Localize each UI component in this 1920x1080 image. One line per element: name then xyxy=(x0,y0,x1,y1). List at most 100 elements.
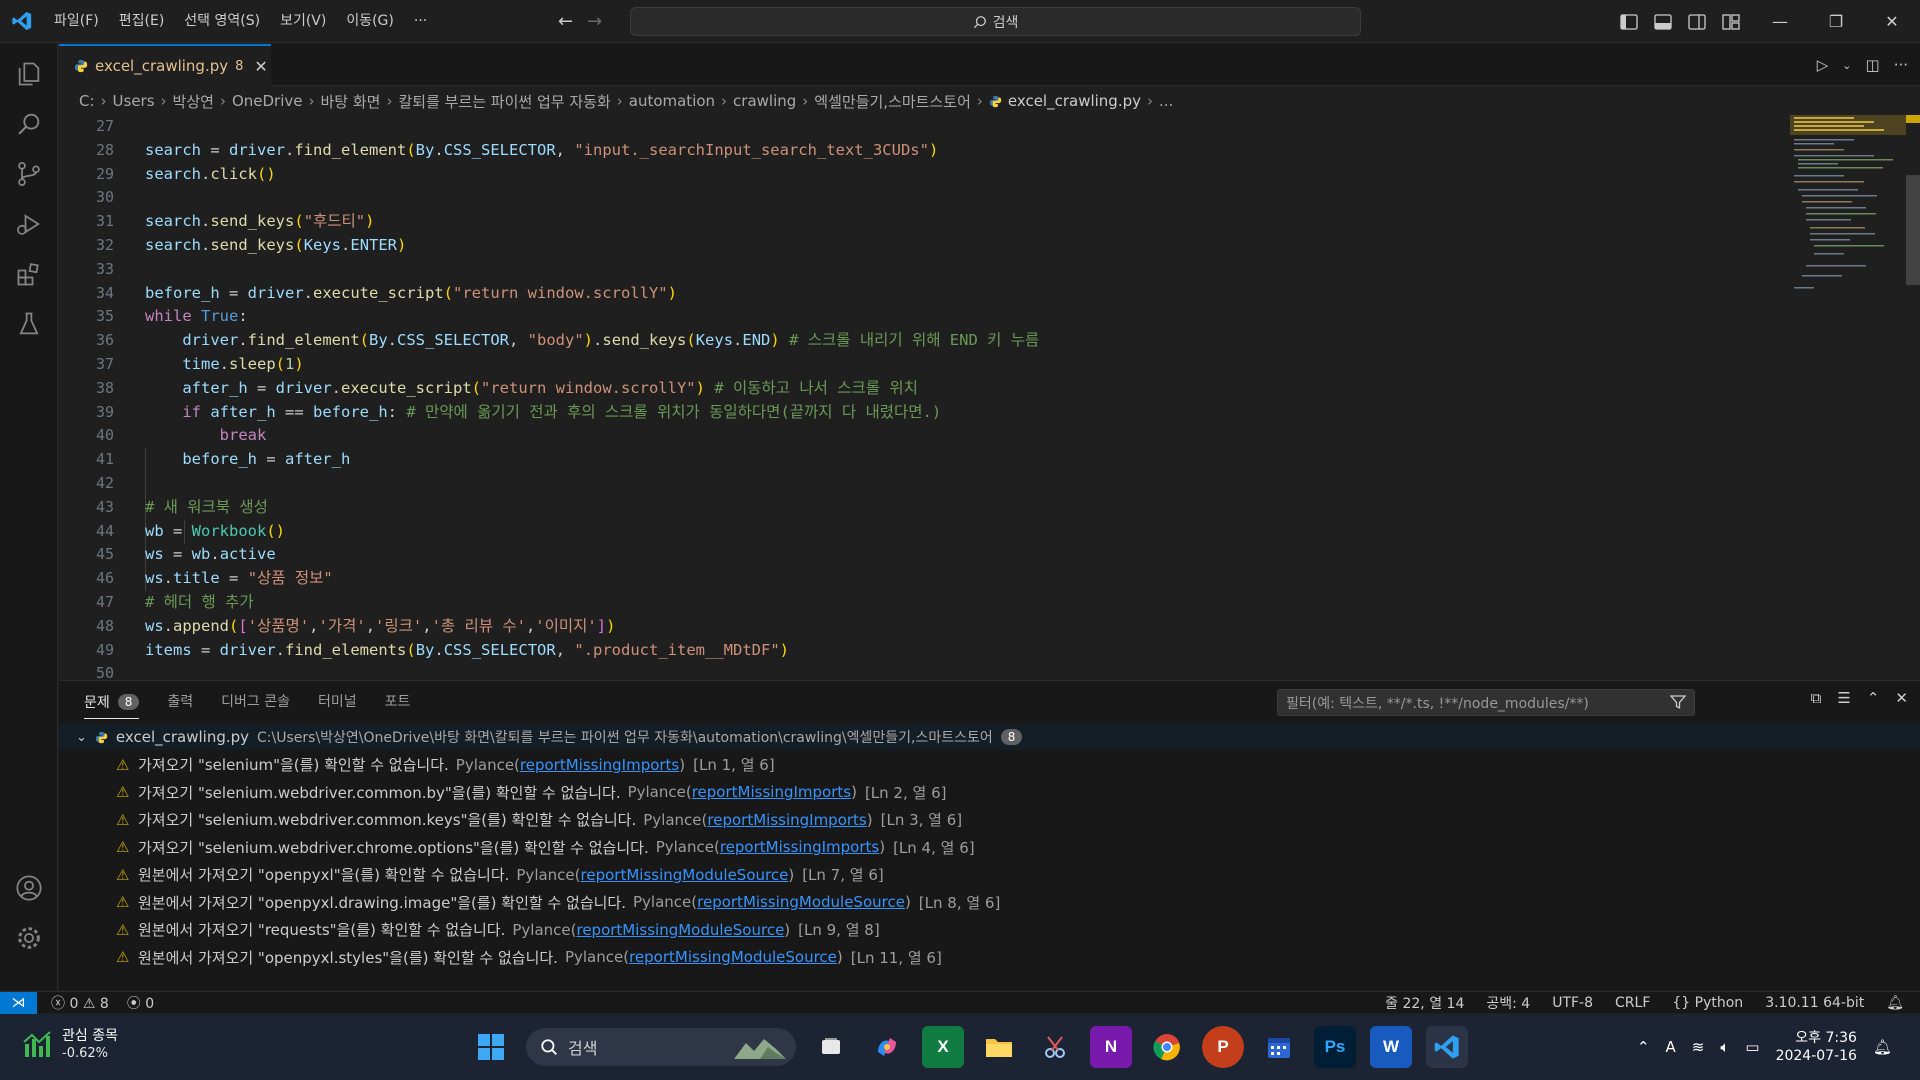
python-interpreter[interactable]: 3.10.11 64-bit xyxy=(1765,995,1864,1011)
photoshop-icon[interactable]: Ps xyxy=(1314,1026,1356,1068)
problem-item[interactable]: ⚠ 가져오기 "selenium"을(를) 확인할 수 없습니다. Pylance(… xyxy=(59,751,1000,779)
file-explorer-icon[interactable] xyxy=(978,1026,1020,1068)
breadcrumb-item[interactable]: 칼퇴를 부르는 파이썬 업무 자동화 xyxy=(398,91,610,112)
problem-rule-link[interactable]: reportMissingImports xyxy=(692,783,851,801)
language-mode[interactable]: {} Python xyxy=(1672,995,1743,1011)
wifi-icon[interactable]: ≋ xyxy=(1692,1038,1705,1056)
split-editor-icon[interactable]: ◫ xyxy=(1866,56,1880,74)
tab-excel-crawling[interactable]: excel_crawling.py 8 ✕ xyxy=(59,44,271,86)
menu-go[interactable]: 이동(G) xyxy=(336,0,404,43)
close-window-icon[interactable]: ✕ xyxy=(1864,0,1920,43)
breadcrumb-symbol[interactable]: ... xyxy=(1159,92,1173,110)
windows-start-icon[interactable] xyxy=(470,1026,512,1068)
battery-icon[interactable]: ▭ xyxy=(1745,1038,1759,1056)
word-icon[interactable]: W xyxy=(1370,1026,1412,1068)
toggle-secondary-sidebar-icon[interactable] xyxy=(1688,13,1706,30)
problem-rule-link[interactable]: reportMissingImports xyxy=(520,756,679,774)
run-dropdown-icon[interactable]: ⌄ xyxy=(1842,59,1851,72)
accounts-icon[interactable] xyxy=(0,864,58,912)
chevron-down-icon[interactable]: ⌄ xyxy=(76,730,87,745)
customize-layout-icon[interactable] xyxy=(1722,13,1740,30)
breadcrumb-item[interactable]: automation xyxy=(629,92,715,110)
vscode-taskbar-icon[interactable] xyxy=(1426,1026,1468,1068)
forward-arrow-icon[interactable]: → xyxy=(587,11,602,32)
problem-item[interactable]: ⚠ 원본에서 가져오기 "openpyxl"을(를) 확인할 수 없습니다. Pyl… xyxy=(59,861,1000,889)
problems-filter-input[interactable]: 필터(예: 텍스트, **/*.ts, !**/node_modules/**) xyxy=(1277,689,1695,716)
problem-rule-link[interactable]: reportMissingModuleSource xyxy=(629,948,837,966)
taskbar-search[interactable]: 검색 xyxy=(526,1028,796,1066)
problem-item[interactable]: ⚠ 가져오기 "selenium.webdriver.chrome.options… xyxy=(59,834,1000,862)
ports-status[interactable]: ⦿ 0 xyxy=(127,993,154,1013)
copilot-icon[interactable] xyxy=(866,1026,908,1068)
problem-item[interactable]: ⚠ 원본에서 가져오기 "requests"을(를) 확인할 수 없습니다. Pyl… xyxy=(59,916,1000,944)
problem-item[interactable]: ⚠ 원본에서 가져오기 "openpyxl.drawing.image"을(를) … xyxy=(59,889,1000,917)
menu-view[interactable]: 보기(V) xyxy=(270,0,336,43)
problem-item[interactable]: ⚠ 가져오기 "selenium.webdriver.common.keys"을(… xyxy=(59,806,1000,834)
extensions-icon[interactable] xyxy=(0,250,58,298)
breadcrumb-item[interactable]: 박상연 xyxy=(173,91,214,112)
maximize-panel-icon[interactable]: ⌃ xyxy=(1867,689,1880,707)
tab-close-icon[interactable]: ✕ xyxy=(254,57,267,76)
search-view-icon[interactable] xyxy=(0,100,58,148)
more-actions-icon[interactable]: ··· xyxy=(1894,56,1908,74)
back-arrow-icon[interactable]: ← xyxy=(558,11,573,32)
breadcrumb-item[interactable]: 바탕 화면 xyxy=(321,91,381,112)
input-method-icon[interactable]: A xyxy=(1666,1038,1676,1056)
close-panel-icon[interactable]: ✕ xyxy=(1895,689,1908,707)
problem-item[interactable]: ⚠ 원본에서 가져오기 "openpyxl.styles"을(를) 확인할 수 없… xyxy=(59,944,1000,972)
command-center-search[interactable]: 검색 xyxy=(630,7,1361,36)
problem-item[interactable]: ⚠ 가져오기 "selenium.webdriver.common.by"을(를)… xyxy=(59,779,1000,807)
problem-rule-link[interactable]: reportMissingModuleSource xyxy=(697,893,905,911)
restore-icon[interactable]: ❐ xyxy=(1808,0,1864,43)
view-as-tree-icon[interactable]: ☰ xyxy=(1837,689,1850,707)
indentation[interactable]: 공백: 4 xyxy=(1486,993,1530,1013)
excel-icon[interactable]: X xyxy=(922,1026,964,1068)
stock-widget[interactable]: 관심 종목 -0.62% xyxy=(22,1027,118,1063)
filter-icon[interactable] xyxy=(1670,694,1686,710)
menu-edit[interactable]: 편집(E) xyxy=(109,0,175,43)
run-python-icon[interactable]: ▷ xyxy=(1817,56,1829,74)
minimize-icon[interactable]: — xyxy=(1752,0,1808,43)
menu-file[interactable]: 파일(F) xyxy=(44,0,109,43)
snipping-tool-icon[interactable] xyxy=(1034,1026,1076,1068)
problem-rule-link[interactable]: reportMissingModuleSource xyxy=(581,866,789,884)
explorer-icon[interactable] xyxy=(0,50,58,98)
end-of-line[interactable]: CRLF xyxy=(1615,995,1650,1011)
tab-terminal[interactable]: 터미널 xyxy=(318,691,357,711)
volume-icon[interactable]: 🔈︎ xyxy=(1720,1038,1729,1056)
vertical-scrollbar[interactable] xyxy=(1906,115,1920,678)
calendar-icon[interactable] xyxy=(1258,1026,1300,1068)
tab-debug-console[interactable]: 디버그 콘솔 xyxy=(221,691,290,711)
clock[interactable]: 오후 7:36 2024-07-16 xyxy=(1776,1029,1857,1065)
problem-rule-link[interactable]: reportMissingImports xyxy=(720,838,879,856)
onenote-icon[interactable]: N xyxy=(1090,1026,1132,1068)
breadcrumb-item[interactable]: C: xyxy=(79,92,95,110)
collapse-all-icon[interactable]: ⧉ xyxy=(1811,689,1822,707)
task-view-icon[interactable] xyxy=(810,1026,852,1068)
tab-problems[interactable]: 문제 8 xyxy=(84,684,140,719)
problem-rule-link[interactable]: reportMissingImports xyxy=(707,811,866,829)
source-control-icon[interactable] xyxy=(0,150,58,198)
menu-more[interactable]: ··· xyxy=(404,0,437,43)
notification-bell-icon[interactable]: 🔔︎ xyxy=(1873,1038,1892,1056)
testing-icon[interactable] xyxy=(0,300,58,348)
problems-file-group[interactable]: ⌄ excel_crawling.py C:\Users\박상연\OneDriv… xyxy=(59,724,1920,750)
breadcrumb-item[interactable]: 엑셀만들기,스마트스토어 xyxy=(814,91,971,112)
remote-indicator-icon[interactable]: ⋊ xyxy=(0,991,37,1014)
breadcrumb-item[interactable]: OneDrive xyxy=(232,92,303,110)
tab-output[interactable]: 출력 xyxy=(167,691,193,711)
chrome-icon[interactable] xyxy=(1146,1026,1188,1068)
breadcrumb-item[interactable]: Users xyxy=(113,92,155,110)
breadcrumb-item[interactable]: crawling xyxy=(733,92,796,110)
scrollbar-thumb[interactable] xyxy=(1906,175,1920,285)
breadcrumb-file[interactable]: excel_crawling.py xyxy=(1008,92,1141,110)
tab-ports[interactable]: 포트 xyxy=(385,691,411,711)
toggle-primary-sidebar-icon[interactable] xyxy=(1620,13,1638,30)
notifications-bell-icon[interactable]: 🔔︎ xyxy=(1886,995,1904,1011)
manage-gear-icon[interactable] xyxy=(0,914,58,962)
problem-rule-link[interactable]: reportMissingModuleSource xyxy=(576,921,784,939)
powerpoint-icon[interactable]: P xyxy=(1202,1026,1244,1068)
toggle-panel-icon[interactable] xyxy=(1654,13,1672,30)
code-editor[interactable]: 27 28 29 30 31 32 33 34 35 36 37 38 39 40 41 42 43 44 45 46… xyxy=(59,115,1920,678)
encoding[interactable]: UTF-8 xyxy=(1552,995,1593,1011)
